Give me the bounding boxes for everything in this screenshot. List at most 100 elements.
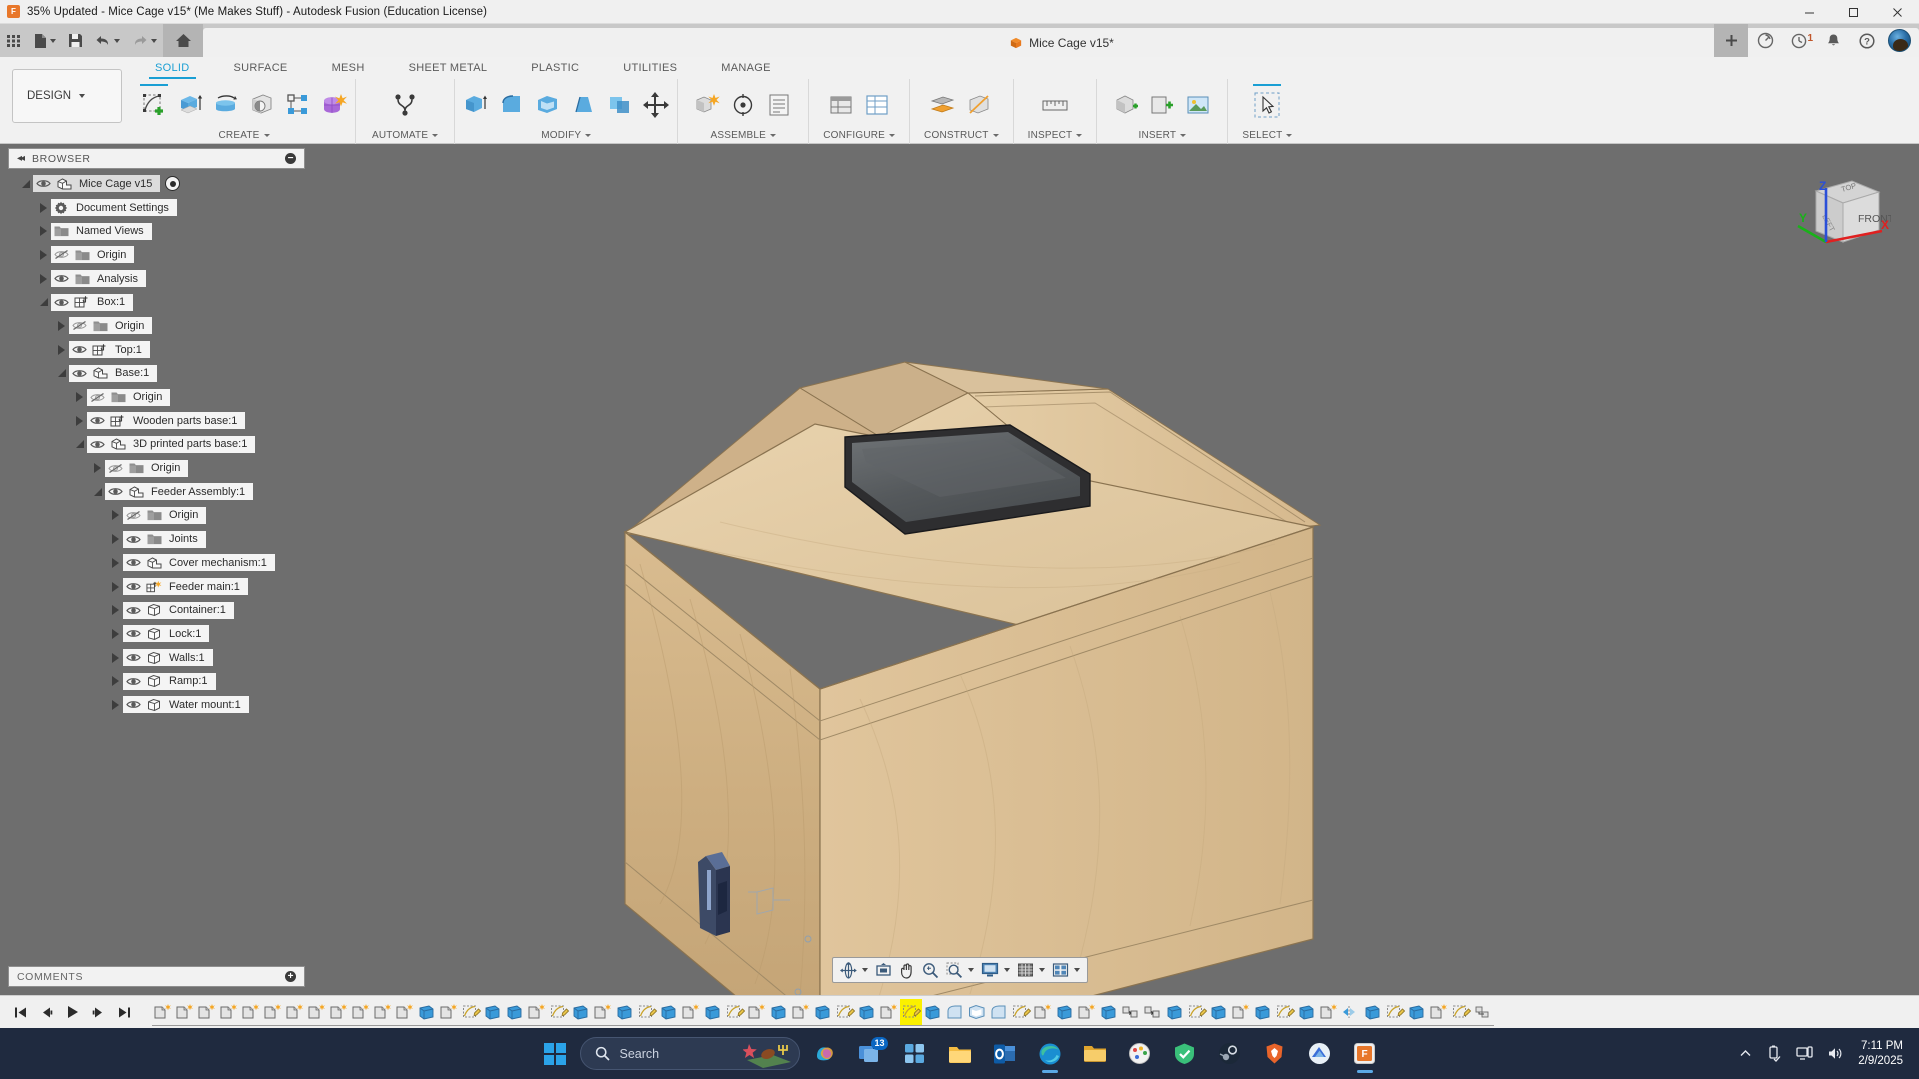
tree-expand-collapse-down-icon[interactable] [54,362,69,386]
visibility-visible-icon[interactable] [125,603,142,617]
browser-tree-row[interactable]: Wooden parts base:1 [0,409,320,433]
zoom-window-icon[interactable] [943,959,977,981]
timeline-feature-component-new[interactable] [152,999,174,1025]
timeline-feature-extrude[interactable] [922,999,944,1025]
timeline-feature-component-new[interactable] [262,999,284,1025]
task-view-icon[interactable]: 13 [850,1034,890,1074]
timeline-feature-component-new[interactable] [790,999,812,1025]
fusion-icon[interactable]: F [1345,1034,1385,1074]
tree-expand-collapse-down-icon[interactable] [18,172,33,196]
browser-tree-item[interactable]: Box:1 [51,293,134,311]
close-button[interactable] [1875,0,1919,24]
browser-tree-item[interactable]: Container:1 [123,601,234,619]
timeline-feature-extrude[interactable] [702,999,724,1025]
browser-tree-row[interactable]: Base:1 [0,362,320,386]
construct-group-caret[interactable] [992,134,999,137]
timeline-feature-component-new[interactable] [592,999,614,1025]
timeline-feature-extrude[interactable] [570,999,592,1025]
visibility-visible-icon[interactable] [125,580,142,594]
timeline-feature-component-new[interactable] [306,999,328,1025]
widgets-icon[interactable] [895,1034,935,1074]
timeline-feature-component-new[interactable] [218,999,240,1025]
search-box[interactable]: Search [579,1037,800,1070]
browser-tree-item[interactable]: Cover mechanism:1 [123,554,275,572]
viewport-canvas[interactable]: ◂◂ BROWSER − Mice Cage v15 Document Setti… [0,144,1919,995]
browser-tree-row[interactable]: 3D printed parts base:1 [0,433,320,457]
timeline-feature-extrude[interactable] [1054,999,1076,1025]
visibility-hidden-icon[interactable] [53,248,70,262]
modify-group-caret[interactable] [585,134,592,137]
timeline-feature-sketch[interactable] [834,999,856,1025]
new-file-icon[interactable] [27,24,62,57]
timeline-feature-extrude[interactable] [1362,999,1384,1025]
assemble-group-caret[interactable] [769,134,776,137]
insert-canvas-icon[interactable] [1181,86,1215,124]
browser-tree-row[interactable]: Origin [0,456,320,480]
step-back-icon[interactable] [34,999,58,1025]
visibility-visible-icon[interactable] [35,177,52,191]
tree-expand-collapse-right-icon[interactable] [36,267,51,291]
browser-tree-row[interactable]: Document Settings [0,196,320,220]
timeline-feature-component-new[interactable] [1318,999,1340,1025]
browser-minimize-icon[interactable]: − [285,153,296,164]
visibility-visible-icon[interactable] [125,532,142,546]
revolve-icon[interactable] [209,86,243,124]
help-icon[interactable]: ? [1850,24,1884,57]
browser-tree-item[interactable]: Lock:1 [123,625,210,643]
document-tab[interactable]: Mice Cage v15* ✕ [203,28,1919,57]
browser-tree-row[interactable]: Walls:1 [0,646,320,670]
timeline-feature-component-new[interactable] [1032,999,1054,1025]
browser-tree-row[interactable]: Box:1 [0,290,320,314]
viewport-layout-icon[interactable] [1049,959,1083,981]
tree-expand-collapse-right-icon[interactable] [90,456,105,480]
home-icon[interactable] [163,24,203,57]
tree-expand-collapse-right-icon[interactable] [108,693,123,717]
configure-icon[interactable] [824,86,858,124]
ribbon-tab-solid[interactable]: SOLID [133,57,212,79]
timeline-feature-component-new[interactable] [394,999,416,1025]
comments-add-icon[interactable]: + [285,971,296,982]
timeline-feature-extrude[interactable] [1164,999,1186,1025]
timeline-feature-component-new[interactable] [680,999,702,1025]
timeline-feature-extrude[interactable] [1098,999,1120,1025]
active-component-radio[interactable] [165,176,181,192]
tree-expand-collapse-right-icon[interactable] [108,527,123,551]
shell-icon[interactable] [531,86,565,124]
browser-tree-item[interactable]: Walls:1 [123,649,213,667]
timeline-feature-component-new[interactable] [174,999,196,1025]
visibility-visible-icon[interactable] [125,556,142,570]
timeline-feature-extrude[interactable] [416,999,438,1025]
new-sketch-icon[interactable] [137,83,171,124]
timeline-feature-extrude[interactable] [1296,999,1318,1025]
timeline-feature-sketch[interactable] [636,999,658,1025]
timeline-feature-component-new[interactable] [240,999,262,1025]
grid-snap-icon[interactable] [1014,959,1048,981]
visibility-visible-icon[interactable] [71,366,88,380]
insert-derive-icon[interactable] [1109,86,1143,124]
automate-icon[interactable] [388,86,422,124]
network-icon[interactable] [1789,1046,1820,1061]
move-copy-icon[interactable] [639,86,673,124]
config-table-icon[interactable] [860,86,894,124]
tree-expand-collapse-right-icon[interactable] [72,409,87,433]
volume-icon[interactable] [1820,1046,1850,1061]
timeline-feature-fillet[interactable] [944,999,966,1025]
timeline-feature-component-new[interactable] [746,999,768,1025]
pan-icon[interactable] [896,959,918,981]
tree-expand-collapse-right-icon[interactable] [36,196,51,220]
timeline-feature-component-new[interactable] [878,999,900,1025]
vpn-icon[interactable] [1165,1034,1205,1074]
tree-expand-collapse-right-icon[interactable] [54,338,69,362]
maximize-button[interactable] [1831,0,1875,24]
brave-icon[interactable] [1255,1034,1295,1074]
folder-icon[interactable] [1075,1034,1115,1074]
timeline-feature-extrude[interactable] [812,999,834,1025]
file-explorer-icon[interactable] [940,1034,980,1074]
tree-expand-collapse-down-icon[interactable] [90,480,105,504]
timeline-feature-joint[interactable] [1120,999,1142,1025]
tree-expand-collapse-right-icon[interactable] [108,646,123,670]
tree-expand-collapse-down-icon[interactable] [36,290,51,314]
browser-tree-item[interactable]: Feeder Assembly:1 [105,483,254,501]
timeline-feature-sketch[interactable] [1010,999,1032,1025]
timeline-feature-extrude[interactable] [856,999,878,1025]
